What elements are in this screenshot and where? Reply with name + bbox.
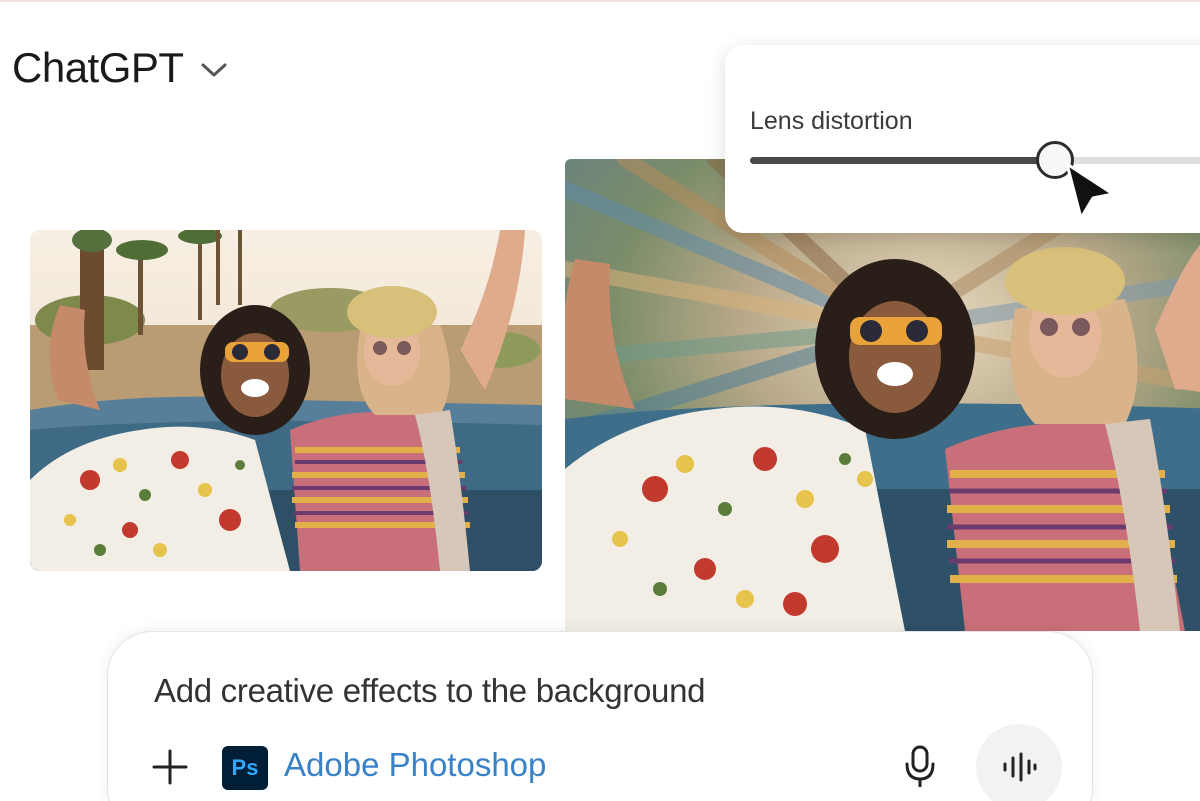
lens-distortion-label: Lens distortion (750, 107, 913, 135)
prompt-composer[interactable]: Add creative effects to the background P… (108, 632, 1092, 801)
app-title: ChatGPT (12, 44, 184, 91)
prompt-input[interactable]: Add creative effects to the background (154, 672, 705, 710)
plus-icon[interactable] (151, 748, 189, 786)
voice-mode-button[interactable] (976, 724, 1062, 801)
app-screen: ChatGPT Lens distortion Add creative eff… (0, 0, 1200, 801)
lens-slider-fill (750, 157, 1055, 164)
chevron-down-icon (201, 63, 227, 77)
lens-distortion-panel: Lens distortion (725, 45, 1200, 233)
photoshop-logo-icon: Ps (222, 746, 268, 790)
top-divider (0, 0, 1200, 2)
original-photo[interactable] (30, 230, 542, 571)
model-picker[interactable]: ChatGPT (12, 44, 228, 92)
tool-name-link[interactable]: Adobe Photoshop (284, 746, 546, 784)
microphone-icon[interactable] (903, 744, 937, 790)
voice-waveform-icon (1003, 752, 1037, 782)
mouse-cursor-icon (1065, 162, 1115, 220)
